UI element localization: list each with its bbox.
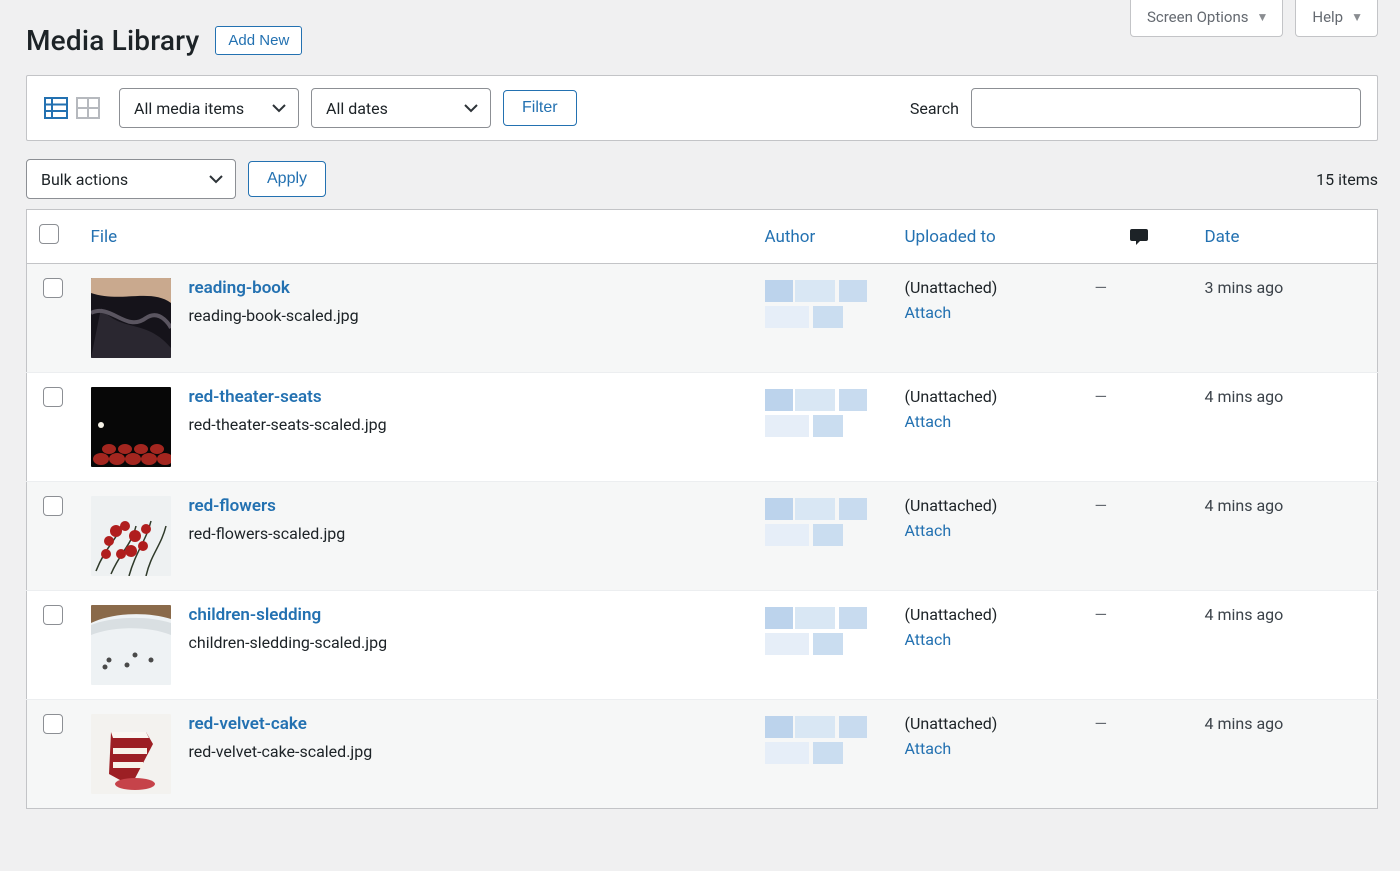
screen-options-label: Screen Options — [1147, 8, 1249, 26]
comments-count: — — [1083, 482, 1193, 591]
table-row: reading-book reading-book-scaled.jpg (Un… — [27, 264, 1378, 373]
media-title-link[interactable]: red-velvet-cake — [189, 714, 373, 734]
media-filename: reading-book-scaled.jpg — [189, 306, 359, 325]
chevron-down-icon — [209, 174, 223, 184]
media-date: 3 mins ago — [1193, 264, 1378, 373]
media-thumbnail[interactable] — [91, 714, 171, 794]
items-count: 15 items — [1316, 170, 1378, 189]
media-date: 4 mins ago — [1193, 700, 1378, 809]
page-title: Media Library — [26, 24, 199, 57]
media-table: File Author Uploaded to Date — [26, 209, 1378, 809]
filter-button[interactable]: Filter — [503, 90, 577, 126]
media-title-link[interactable]: red-theater-seats — [189, 387, 387, 407]
comments-icon — [1095, 227, 1181, 247]
chevron-down-icon: ▼ — [1256, 10, 1268, 24]
search-input[interactable] — [971, 88, 1361, 128]
table-row: children-sledding children-sledding-scal… — [27, 591, 1378, 700]
author-redacted — [765, 278, 875, 330]
media-type-value: All media items — [134, 99, 244, 118]
comments-count: — — [1083, 264, 1193, 373]
uploaded-to-status: (Unattached) — [905, 496, 1071, 515]
comments-count: — — [1083, 373, 1193, 482]
bulk-actions-value: Bulk actions — [41, 170, 128, 189]
author-redacted — [765, 496, 875, 548]
comments-count: — — [1083, 591, 1193, 700]
row-checkbox[interactable] — [43, 605, 63, 625]
add-new-button[interactable]: Add New — [215, 26, 302, 55]
table-row: red-theater-seats red-theater-seats-scal… — [27, 373, 1378, 482]
media-thumbnail[interactable] — [91, 605, 171, 685]
media-thumbnail[interactable] — [91, 278, 171, 358]
date-filter-select[interactable]: All dates — [311, 88, 491, 128]
media-title-link[interactable]: children-sledding — [189, 605, 388, 625]
media-filename: red-velvet-cake-scaled.jpg — [189, 742, 373, 761]
search-label: Search — [910, 99, 959, 118]
attach-link[interactable]: Attach — [905, 412, 1071, 431]
uploaded-to-status: (Unattached) — [905, 387, 1071, 406]
media-filename: red-theater-seats-scaled.jpg — [189, 415, 387, 434]
help-label: Help — [1312, 8, 1343, 26]
column-header-uploaded[interactable]: Uploaded to — [893, 210, 1083, 264]
media-thumbnail[interactable] — [91, 387, 171, 467]
uploaded-to-status: (Unattached) — [905, 278, 1071, 297]
attach-link[interactable]: Attach — [905, 521, 1071, 540]
column-header-file[interactable]: File — [79, 210, 753, 264]
date-filter-value: All dates — [326, 99, 388, 118]
screen-options-tab[interactable]: Screen Options ▼ — [1130, 0, 1283, 37]
chevron-down-icon — [464, 103, 478, 113]
row-checkbox[interactable] — [43, 496, 63, 516]
row-checkbox[interactable] — [43, 387, 63, 407]
media-title-link[interactable]: reading-book — [189, 278, 359, 298]
attach-link[interactable]: Attach — [905, 630, 1071, 649]
help-tab[interactable]: Help ▼ — [1295, 0, 1378, 37]
media-thumbnail[interactable] — [91, 496, 171, 576]
list-view-icon — [44, 97, 68, 119]
chevron-down-icon: ▼ — [1351, 10, 1363, 24]
row-checkbox[interactable] — [43, 278, 63, 298]
author-redacted — [765, 605, 875, 657]
table-row: red-flowers red-flowers-scaled.jpg (Unat… — [27, 482, 1378, 591]
select-all-checkbox[interactable] — [39, 224, 59, 244]
media-filename: children-sledding-scaled.jpg — [189, 633, 388, 652]
row-checkbox[interactable] — [43, 714, 63, 734]
bulk-actions-select[interactable]: Bulk actions — [26, 159, 236, 199]
view-list-button[interactable] — [43, 96, 69, 120]
media-date: 4 mins ago — [1193, 373, 1378, 482]
media-date: 4 mins ago — [1193, 482, 1378, 591]
column-header-date[interactable]: Date — [1193, 210, 1378, 264]
comments-count: — — [1083, 700, 1193, 809]
table-row: red-velvet-cake red-velvet-cake-scaled.j… — [27, 700, 1378, 809]
view-grid-button[interactable] — [75, 96, 101, 120]
column-header-author[interactable]: Author — [753, 210, 893, 264]
media-type-select[interactable]: All media items — [119, 88, 299, 128]
chevron-down-icon — [272, 103, 286, 113]
attach-link[interactable]: Attach — [905, 303, 1071, 322]
media-title-link[interactable]: red-flowers — [189, 496, 346, 516]
author-redacted — [765, 387, 875, 439]
uploaded-to-status: (Unattached) — [905, 605, 1071, 624]
media-date: 4 mins ago — [1193, 591, 1378, 700]
grid-view-icon — [76, 97, 100, 119]
media-filename: red-flowers-scaled.jpg — [189, 524, 346, 543]
author-redacted — [765, 714, 875, 766]
apply-button[interactable]: Apply — [248, 161, 326, 197]
filter-toolbar: All media items All dates Filter Search — [26, 75, 1378, 141]
uploaded-to-status: (Unattached) — [905, 714, 1071, 733]
attach-link[interactable]: Attach — [905, 739, 1071, 758]
